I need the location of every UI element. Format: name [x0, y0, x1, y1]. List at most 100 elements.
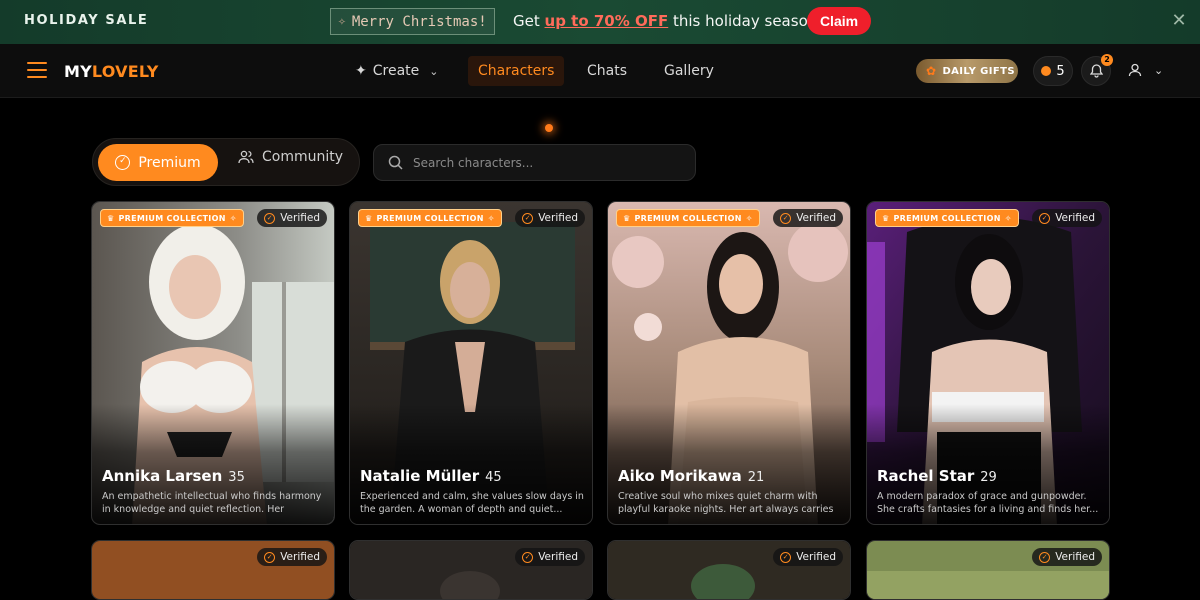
- verified-badge: ✓ Verified: [773, 209, 843, 227]
- check-circle-icon: ✓: [780, 551, 792, 563]
- crown-icon: ♛: [882, 213, 890, 223]
- crown-icon: ♛: [365, 213, 373, 223]
- daily-gifts-label: DAILY GIFTS: [942, 65, 1015, 77]
- tab-community-label: Community: [262, 149, 344, 165]
- nav-create[interactable]: ✦ Create ⌄: [355, 63, 438, 79]
- verified-badge: ✓ Verified: [257, 209, 327, 227]
- coin-count: 5: [1056, 63, 1065, 79]
- tab-premium[interactable]: ✓ Premium: [98, 144, 218, 181]
- character-name-text: Natalie Müller: [360, 467, 480, 485]
- merry-christmas-tag: ✧ Merry Christmas!: [330, 8, 495, 35]
- coin-icon: [1041, 66, 1052, 76]
- gift-icon: ✿: [926, 64, 937, 78]
- premium-collection-label: PREMIUM COLLECTION: [376, 213, 484, 223]
- character-description: Experienced and calm, she values slow da…: [360, 491, 584, 515]
- sparkle-icon: ✧: [487, 213, 495, 223]
- verified-label: Verified: [1055, 212, 1095, 224]
- check-circle-icon: ✓: [522, 212, 534, 224]
- check-circle-icon: ✓: [522, 551, 534, 563]
- character-age: 35: [228, 470, 245, 485]
- character-card[interactable]: ✓ Verified: [866, 540, 1110, 600]
- character-description: Creative soul who mixes quiet charm with…: [618, 491, 834, 515]
- verified-label: Verified: [280, 551, 320, 563]
- character-name: Natalie Müller 45: [360, 467, 502, 485]
- nav-characters[interactable]: Characters: [468, 56, 565, 86]
- character-card[interactable]: ♛ PREMIUM COLLECTION ✧ ✓ Verified Annika La…: [91, 201, 335, 525]
- promo-message-prefix: Get: [513, 12, 545, 30]
- nav-chats[interactable]: Chats: [587, 63, 627, 79]
- promo-discount-link[interactable]: up to 70% OFF: [545, 12, 669, 30]
- premium-collection-label: PREMIUM COLLECTION: [893, 213, 1001, 223]
- character-description: A modern paradox of grace and gunpowder.…: [877, 491, 1099, 515]
- premium-collection-badge: ♛ PREMIUM COLLECTION ✧: [100, 209, 244, 227]
- premium-collection-badge: ♛ PREMIUM COLLECTION ✧: [875, 209, 1019, 227]
- verified-badge: ✓ Verified: [773, 548, 843, 566]
- user-icon: [1128, 63, 1142, 77]
- collection-tabs: ✓ Premium Community: [92, 138, 360, 186]
- premium-collection-badge: ♛ PREMIUM COLLECTION ✧: [616, 209, 760, 227]
- character-description: An empathetic intellectual who finds har…: [102, 491, 322, 515]
- daily-gifts-button[interactable]: ✿ DAILY GIFTS: [916, 59, 1018, 83]
- user-menu[interactable]: ⌄: [1128, 63, 1163, 77]
- character-name: Annika Larsen 35: [102, 467, 245, 485]
- premium-collection-label: PREMIUM COLLECTION: [634, 213, 742, 223]
- character-name: Aiko Morikawa 21: [618, 467, 764, 485]
- holiday-sale-label: HOLIDAY SALE: [24, 13, 149, 28]
- tab-community[interactable]: Community: [238, 149, 343, 165]
- sparkle-icon: ✧: [745, 213, 753, 223]
- verified-badge: ✓ Verified: [1032, 209, 1102, 227]
- search-input[interactable]: [413, 155, 673, 170]
- crown-icon: ♛: [623, 213, 631, 223]
- chevron-down-icon: ⌄: [429, 64, 439, 78]
- verified-label: Verified: [796, 212, 836, 224]
- claim-button[interactable]: Claim: [807, 7, 871, 35]
- crown-icon: ♛: [107, 213, 115, 223]
- character-card[interactable]: ♛ PREMIUM COLLECTION ✧ ✓ Verified Rachel St…: [866, 201, 1110, 525]
- verified-label: Verified: [1055, 551, 1095, 563]
- tab-premium-label: Premium: [138, 154, 201, 171]
- coin-balance[interactable]: 5: [1033, 56, 1073, 86]
- nav-gallery[interactable]: Gallery: [664, 63, 714, 79]
- character-card[interactable]: ♛ PREMIUM COLLECTION ✧ ✓ Verified Natalie M…: [349, 201, 593, 525]
- character-name-text: Annika Larsen: [102, 467, 223, 485]
- premium-collection-label: PREMIUM COLLECTION: [118, 213, 226, 223]
- verified-badge: ✓ Verified: [257, 548, 327, 566]
- notifications-button[interactable]: 2: [1081, 54, 1113, 86]
- sparkle-icon: ✧: [229, 213, 237, 223]
- verified-badge: ✓ Verified: [515, 209, 585, 227]
- character-age: 29: [980, 470, 997, 485]
- verified-label: Verified: [538, 212, 578, 224]
- character-name-text: Rachel Star: [877, 467, 975, 485]
- verified-badge: ✓ Verified: [515, 548, 585, 566]
- sparkle-icon: ✧: [1004, 213, 1012, 223]
- check-circle-icon: ✓: [1039, 551, 1051, 563]
- check-circle-icon: ✓: [264, 551, 276, 563]
- character-card[interactable]: ✓ Verified: [607, 540, 851, 600]
- top-navigation: MYLOVELY ✦ Create ⌄ Characters Chats Gal…: [0, 44, 1200, 98]
- character-card[interactable]: ✓ Verified: [91, 540, 335, 600]
- close-icon[interactable]: ✕: [1170, 12, 1188, 30]
- character-age: 45: [485, 470, 502, 485]
- users-icon: [238, 150, 254, 164]
- sparkles-icon: ✦: [355, 63, 367, 79]
- promo-message: Get up to 70% OFF this holiday season: [513, 12, 817, 30]
- sparkle-icon: ✧: [338, 14, 346, 29]
- logo-part-lovely: LOVELY: [91, 62, 159, 81]
- premium-collection-badge: ♛ PREMIUM COLLECTION ✧: [358, 209, 502, 227]
- menu-icon[interactable]: [27, 62, 47, 78]
- holiday-promo-banner: HOLIDAY SALE ✧ Merry Christmas! Get up t…: [0, 0, 1200, 44]
- character-card[interactable]: ♛ PREMIUM COLLECTION ✧ ✓ Verified Aiko Mori…: [607, 201, 851, 525]
- character-search: [373, 144, 696, 181]
- verified-label: Verified: [538, 551, 578, 563]
- character-card[interactable]: ✓ Verified: [349, 540, 593, 600]
- verified-badge: ✓ Verified: [1032, 548, 1102, 566]
- check-circle-icon: ✓: [1039, 212, 1051, 224]
- character-name-text: Aiko Morikawa: [618, 467, 742, 485]
- nav-create-label: Create: [372, 63, 420, 79]
- promo-message-suffix: this holiday season: [668, 12, 818, 30]
- merry-christmas-text: Merry Christmas!: [351, 13, 487, 30]
- character-name: Rachel Star 29: [877, 467, 997, 485]
- verified-label: Verified: [796, 551, 836, 563]
- decorative-glow: [545, 124, 553, 132]
- site-logo[interactable]: MYLOVELY: [64, 62, 159, 81]
